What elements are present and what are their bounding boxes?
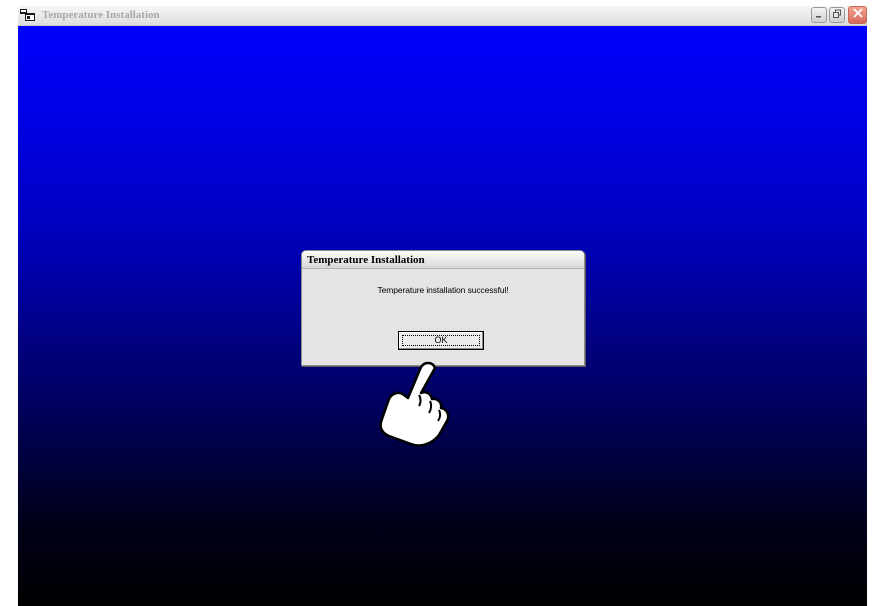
window-title: Temperature Installation xyxy=(42,9,160,21)
window-titlebar[interactable]: Temperature Installation xyxy=(18,6,867,26)
minimize-button[interactable] xyxy=(811,7,827,23)
maximize-button[interactable] xyxy=(829,7,845,23)
installer-background: Temperature Installation Temperature ins… xyxy=(18,26,867,606)
ok-button-label: OK xyxy=(434,335,448,345)
app-icon xyxy=(20,9,36,22)
dialog-message: Temperature installation successful! xyxy=(377,285,509,295)
dialog-titlebar[interactable]: Temperature Installation xyxy=(302,251,584,269)
maximize-icon xyxy=(832,6,842,24)
app-window: Temperature Installation Temperature Ins… xyxy=(18,6,867,606)
ok-button[interactable]: OK xyxy=(398,331,484,350)
message-dialog: Temperature Installation Temperature ins… xyxy=(301,250,585,366)
close-icon xyxy=(852,6,864,24)
minimize-icon xyxy=(814,6,824,24)
dialog-title: Temperature Installation xyxy=(307,254,425,266)
close-button[interactable] xyxy=(848,6,867,24)
hand-pointer-icon xyxy=(359,353,454,453)
